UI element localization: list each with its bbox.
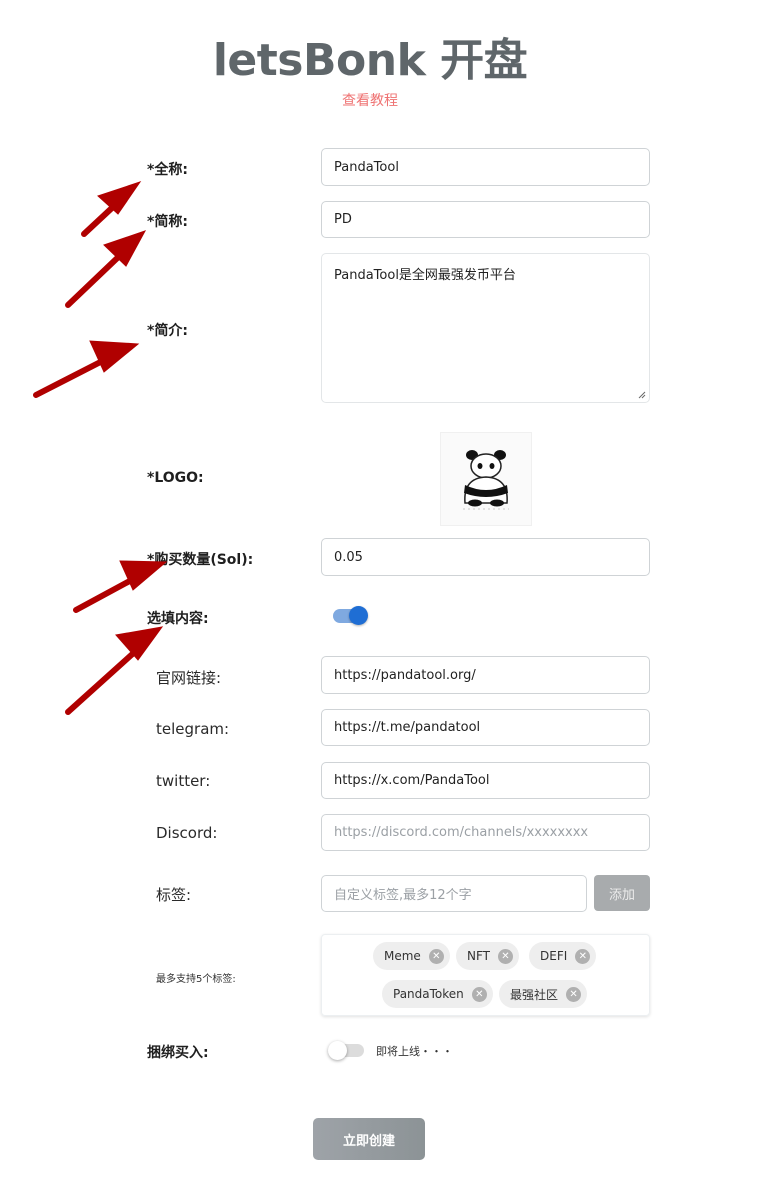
annotation-arrow-icon xyxy=(65,230,147,308)
annotation-arrow-icon xyxy=(65,626,164,715)
annotation-arrow-icon xyxy=(81,181,142,237)
annotation-arrow-icon xyxy=(73,560,168,613)
annotation-arrows xyxy=(33,181,168,715)
annotation-arrow-icon xyxy=(33,340,140,398)
